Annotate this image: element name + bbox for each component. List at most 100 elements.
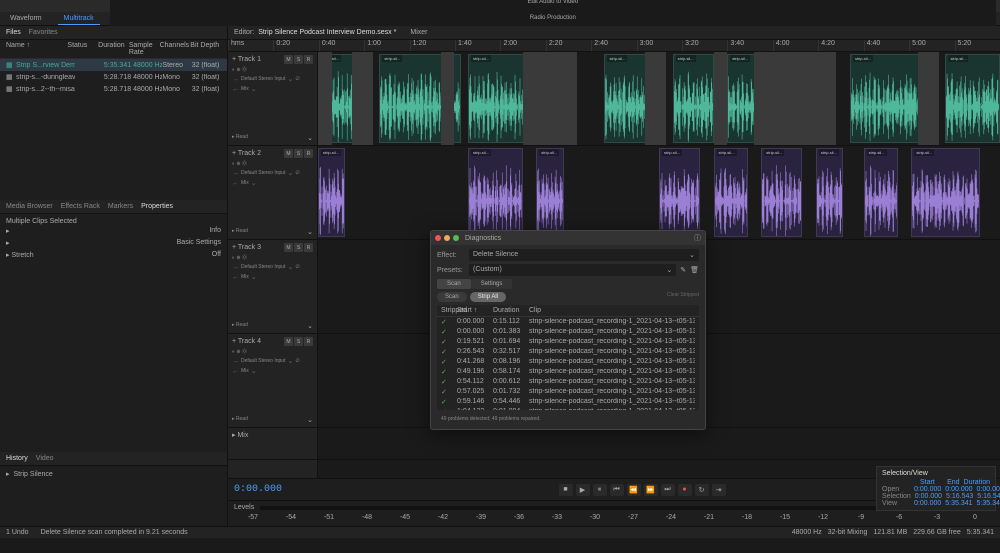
markers-tab[interactable]: Markers	[108, 203, 133, 210]
delete-preset-icon[interactable]: 🗑	[690, 266, 699, 274]
diagnostics-panel[interactable]: Diagnostics ⓘ Effect: Delete Silence⌄ Pr…	[430, 230, 706, 430]
track-lane[interactable]: strip-sil...strip-sil...strip-sil...stri…	[318, 52, 1000, 146]
workspace-edit-video[interactable]: Edit Audio to Video	[523, 0, 582, 6]
diagnostics-footer: 49 problems detected; 49 problems repair…	[437, 413, 699, 425]
mute-button[interactable]: M	[284, 243, 293, 252]
record-arm-button[interactable]: R	[304, 149, 313, 158]
track-header[interactable]: ▸ Mix	[228, 428, 317, 460]
solo-button[interactable]: S	[294, 149, 303, 158]
mute-button[interactable]: M	[284, 337, 293, 346]
stop-button[interactable]: ■	[559, 484, 573, 496]
solo-button[interactable]: S	[294, 337, 303, 346]
minimize-icon[interactable]	[444, 235, 450, 241]
play-button[interactable]: ▶	[576, 484, 590, 496]
effect-select[interactable]: Delete Silence⌄	[469, 249, 699, 261]
col-status[interactable]: Status	[67, 42, 98, 56]
col-start[interactable]: Start ↑	[457, 307, 493, 314]
col-duration[interactable]: Duration	[98, 42, 129, 56]
rw-button[interactable]: ⏪	[627, 484, 641, 496]
info-icon[interactable]: ⓘ	[694, 233, 701, 243]
col-channels[interactable]: Channels	[160, 42, 191, 56]
diagnostics-row[interactable]: ✓0:26.5430:32.517strip-silence-podcast_r…	[437, 347, 699, 357]
effects-rack-tab[interactable]: Effects Rack	[61, 203, 100, 210]
scan-tab[interactable]: Scan	[437, 279, 471, 289]
video-tab[interactable]: Video	[36, 455, 54, 462]
solo-button[interactable]: S	[294, 243, 303, 252]
col-samplerate[interactable]: Sample Rate	[129, 42, 160, 56]
chevron-down-icon: ⌄	[666, 266, 672, 274]
pause-button[interactable]: ⏸	[593, 484, 607, 496]
col-stripped[interactable]: Stripped	[441, 307, 457, 314]
col-clip[interactable]: Clip	[529, 307, 695, 314]
status-item: 5:35.341	[967, 529, 994, 536]
files-tab[interactable]: Files	[6, 29, 21, 36]
solo-button[interactable]: S	[294, 55, 303, 64]
history-tab[interactable]: History	[6, 455, 28, 462]
file-row[interactable]: ▦strip-s...2--th--misangcm.mp35:28.71848…	[0, 83, 227, 95]
track-header[interactable]: + Track 1MSR◐ ⊕ ⓪→ Default Stereo Input …	[228, 52, 317, 146]
chevron-down-icon: ⌄	[689, 251, 695, 259]
editor-filename[interactable]: Strip Silence Podcast Interview Demo.ses…	[258, 29, 396, 36]
diagnostics-row[interactable]: ✓0:49.1960:58.174strip-silence-podcast_r…	[437, 367, 699, 377]
track-lane[interactable]: strip-sil...strip-sil...strip-sil...stri…	[318, 146, 1000, 240]
mixer-tab[interactable]: Mixer	[410, 29, 427, 36]
prop-basic[interactable]: ▸ Basic Settings	[6, 237, 221, 249]
strip-all-button[interactable]: Strip All	[470, 292, 506, 302]
save-preset-icon[interactable]: ✎	[680, 266, 686, 274]
end-button[interactable]: ⏭	[661, 484, 675, 496]
record-arm-button[interactable]: R	[304, 55, 313, 64]
clear-stripped-link[interactable]: Clear Stripped	[667, 292, 699, 302]
col-name[interactable]: Name ↑	[6, 42, 67, 56]
selection-view-panel: Selection/View Start End Duration Open0:…	[876, 466, 996, 511]
col-duration[interactable]: Duration	[493, 307, 529, 314]
track-lane[interactable]	[318, 428, 1000, 460]
diagnostics-row[interactable]: ✓0:00.0000:01.383strip-silence-podcast_r…	[437, 327, 699, 337]
close-icon[interactable]	[435, 235, 441, 241]
diagnostics-row[interactable]: ✓0:00.0000:15.112strip-silence-podcast_r…	[437, 317, 699, 327]
diagnostics-row[interactable]: ✓0:54.1120:00.612strip-silence-podcast_r…	[437, 377, 699, 387]
diagnostics-row[interactable]: ✓0:59.1460:54.446strip-silence-podcast_r…	[437, 397, 699, 407]
properties-tab[interactable]: Properties	[141, 203, 173, 210]
mute-button[interactable]: M	[284, 149, 293, 158]
ff-button[interactable]: ⏩	[644, 484, 658, 496]
diagnostics-row[interactable]: ✓0:41.2680:08.196strip-silence-podcast_r…	[437, 357, 699, 367]
prop-stretch[interactable]: ▸ Stretch Off	[6, 249, 221, 261]
prop-info[interactable]: ▸ Info	[6, 225, 221, 237]
mute-button[interactable]: M	[284, 55, 293, 64]
db-scale: -57-54-51-48-45-42-39-36-33-30-27-24-21-…	[228, 514, 1000, 526]
diagnostics-row[interactable]: ✓1:04.1320:01.094strip-silence-podcast_r…	[437, 407, 699, 410]
track-header[interactable]: + Track 2MSR◐ ⊕ ⓪→ Default Stereo Input …	[228, 146, 317, 240]
record-arm-button[interactable]: R	[304, 337, 313, 346]
timecode-display[interactable]: 0:00.000	[234, 484, 282, 495]
media-browser-tab[interactable]: Media Browser	[6, 203, 53, 210]
selview-col-end: End	[939, 479, 960, 486]
favorites-tab[interactable]: Favorites	[29, 29, 58, 36]
track-header[interactable]: + Track 3MSR◐ ⊕ ⓪→ Default Stereo Input …	[228, 240, 317, 334]
file-row[interactable]: ▦strip-s...-duringleaves.mp35:28.7184800…	[0, 71, 227, 83]
scan-button[interactable]: Scan	[437, 292, 467, 302]
waveform-mode-tab[interactable]: Waveform	[4, 13, 48, 24]
history-item[interactable]: ▸ Strip Silence	[6, 470, 221, 478]
timeline-ruler[interactable]: hms0:200:401:001:201:402:002:202:403:003…	[228, 40, 1000, 52]
col-bitdepth[interactable]: Bit Depth	[190, 42, 221, 56]
diagnostics-table: Stripped Start ↑ Duration Clip ✓0:00.000…	[437, 305, 699, 410]
properties-panel: Multiple Clips Selected ▸ Info ▸ Basic S…	[0, 214, 227, 452]
file-row[interactable]: ▦Strip S...rview Demo.sesx *5:35.3414800…	[0, 59, 227, 71]
preset-select[interactable]: (Custom)⌄	[469, 264, 676, 276]
files-panel-tabs: Files Favorites	[0, 26, 227, 40]
skip-button[interactable]: ⇥	[712, 484, 726, 496]
workspace-radio[interactable]: Radio Production	[526, 14, 580, 22]
diagnostics-titlebar[interactable]: Diagnostics ⓘ	[431, 231, 705, 245]
multitrack-mode-tab[interactable]: Multitrack	[58, 13, 100, 25]
rewind-button[interactable]: ⏮	[610, 484, 624, 496]
track-header[interactable]: + Track 4MSR◐ ⊕ ⓪→ Default Stereo Input …	[228, 334, 317, 428]
status-message: Delete Silence scan completed in 9.21 se…	[41, 529, 188, 536]
maximize-icon[interactable]	[453, 235, 459, 241]
settings-tab[interactable]: Settings	[471, 279, 513, 289]
loop-button[interactable]: ↻	[695, 484, 709, 496]
record-button[interactable]: ●	[678, 484, 692, 496]
diagnostics-row[interactable]: ✓0:19.5210:01.694strip-silence-podcast_r…	[437, 337, 699, 347]
diagnostics-row[interactable]: ✓0:57.0250:01.732strip-silence-podcast_r…	[437, 387, 699, 397]
track-headers: + Track 1MSR◐ ⊕ ⓪→ Default Stereo Input …	[228, 52, 318, 478]
record-arm-button[interactable]: R	[304, 243, 313, 252]
